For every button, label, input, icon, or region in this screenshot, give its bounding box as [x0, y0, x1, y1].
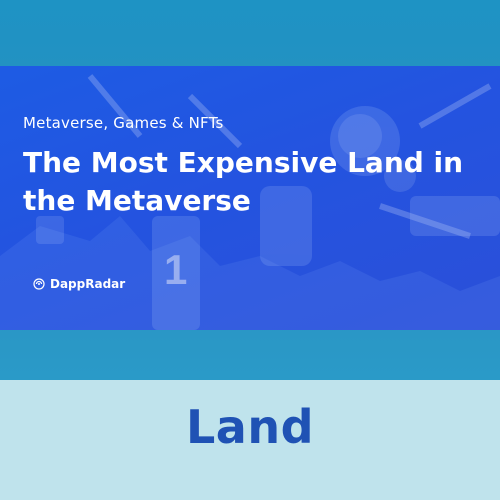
brand-logo[interactable]: DappRadar — [33, 277, 125, 291]
banner-title: The Most Expensive Land in the Metaverse — [23, 146, 464, 217]
category-label[interactable]: Land — [0, 400, 500, 454]
banner-subtitle: Metaverse, Games & NFTs — [23, 114, 224, 132]
dappradar-logo-icon — [33, 278, 45, 290]
article-banner[interactable]: 1 Metaverse, Games & NFTs The Most Expen… — [0, 66, 500, 330]
land-card: 1 Metaverse, Games & NFTs The Most Expen… — [0, 0, 500, 500]
brand-name: DappRadar — [50, 277, 126, 291]
